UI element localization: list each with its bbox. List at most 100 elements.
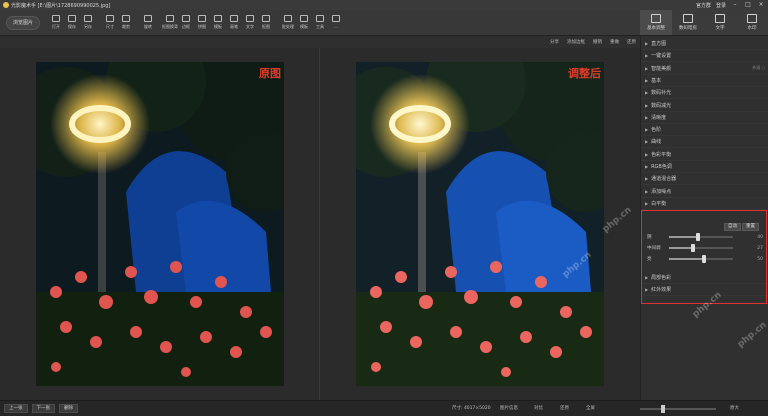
- restore-button[interactable]: 还原: [627, 39, 636, 45]
- zoom-slider-thumb[interactable]: [660, 405, 665, 413]
- maximize-icon[interactable]: □: [744, 2, 752, 8]
- window-title: 光影魔术手 [E:\图片\1728690990025.jpg]: [11, 2, 111, 9]
- slider-fill: [669, 236, 698, 238]
- watermark-icon: [747, 14, 757, 23]
- image-canvas[interactable]: 原图 调整后: [0, 48, 640, 400]
- tool-save[interactable]: 保存: [64, 15, 80, 30]
- slider-thumb[interactable]: [702, 255, 707, 263]
- auto-button[interactable]: 自动: [724, 223, 741, 231]
- tool-label: 尺寸: [106, 24, 114, 29]
- panel-item[interactable]: ▶ 数码补光: [641, 87, 768, 100]
- compare-divider: [319, 48, 320, 400]
- tool-text[interactable]: 文字: [242, 15, 258, 30]
- panel-item[interactable]: ▶ 直方图: [641, 38, 768, 50]
- panel-item[interactable]: ▶ 色彩平衡: [641, 149, 768, 161]
- reset-button[interactable]: 重置: [742, 223, 759, 231]
- tool-brush[interactable]: 画笔: [226, 15, 242, 30]
- tool-batch[interactable]: 批处理: [280, 15, 296, 30]
- restore-view-button[interactable]: 还原: [560, 405, 569, 411]
- original-photo[interactable]: 原图: [36, 62, 284, 386]
- panel-item[interactable]: ▶ 通道混合器: [641, 173, 768, 186]
- expand-arrow-icon: ▶: [645, 151, 649, 157]
- undo-button[interactable]: 撤销: [593, 39, 602, 45]
- adjusted-photo-image: [356, 62, 604, 386]
- zoom-slider[interactable]: [640, 405, 716, 413]
- original-photo-image: [36, 62, 284, 386]
- panel-item-label: 添加噪点: [651, 188, 672, 195]
- panel-item[interactable]: ▶ 添加噪点: [641, 186, 768, 198]
- adjust-slider-row: 中间调 27: [647, 244, 763, 252]
- adjust-slider[interactable]: [669, 255, 733, 263]
- tool-save-as[interactable]: 另存: [80, 15, 96, 30]
- crop-icon: [122, 15, 130, 22]
- tab-label: 文字: [715, 26, 725, 31]
- tool-frame[interactable]: 边框: [178, 15, 194, 30]
- expand-arrow-icon: ▶: [645, 164, 649, 169]
- adjusted-photo[interactable]: 调整后: [356, 62, 604, 386]
- slider-thumb[interactable]: [695, 233, 700, 241]
- tab-watermark[interactable]: 水印: [736, 10, 768, 35]
- panel-item[interactable]: ▶ 曲线: [641, 136, 768, 149]
- login-link[interactable]: 登录: [716, 2, 726, 9]
- template2-icon: [300, 15, 308, 22]
- tool-label: 拼图: [198, 24, 206, 29]
- official-group-link[interactable]: 官方群: [696, 2, 711, 9]
- tool-rotate[interactable]: 旋转: [140, 15, 156, 30]
- tool-label: 文字: [246, 24, 254, 29]
- panel-item[interactable]: ▶ 色阶: [641, 124, 768, 137]
- save-as-icon: [84, 15, 92, 22]
- expand-arrow-icon: ▶: [645, 176, 649, 182]
- tool-collage[interactable]: 拼图: [194, 15, 210, 30]
- slider-value: 50: [757, 256, 763, 262]
- browse-images-button[interactable]: 浏览图片: [6, 15, 40, 30]
- tool-folder[interactable]: 打开: [48, 15, 64, 30]
- text-icon: [246, 15, 254, 22]
- tool-template2[interactable]: 模板: [296, 15, 312, 30]
- adjust-slider[interactable]: [669, 233, 733, 241]
- tool-label: 模板: [300, 24, 308, 29]
- tool-label: 画笔: [230, 24, 238, 29]
- next-image-button[interactable]: 下一张: [31, 404, 55, 413]
- tool-label: 抠图: [262, 24, 270, 29]
- tab-text-tab[interactable]: 文字: [704, 10, 736, 35]
- adjust-slider[interactable]: [669, 244, 733, 252]
- panel-item[interactable]: ▶ 清晰度: [641, 112, 768, 124]
- tool-eyedrop[interactable]: 抠图: [258, 15, 274, 30]
- minimize-icon[interactable]: –: [731, 2, 739, 8]
- share-button[interactable]: 分享: [550, 39, 559, 45]
- panel-item[interactable]: ▶ 一键设置: [641, 50, 768, 63]
- panel-item[interactable]: ▶ 智能美颜 外观 ○: [641, 63, 768, 75]
- rotate-icon: [144, 15, 152, 22]
- image-size-info: 尺寸: 4017×5020: [452, 406, 491, 411]
- tool-tools[interactable]: 工具: [312, 15, 328, 30]
- panel-item-label: RGB色调: [651, 164, 672, 170]
- compare-button[interactable]: 对比: [534, 405, 543, 411]
- expand-arrow-icon: ▶: [645, 188, 649, 194]
- tool-label: 工具: [316, 24, 324, 29]
- slider-thumb[interactable]: [691, 244, 696, 252]
- batch-icon: [284, 15, 292, 22]
- close-icon[interactable]: ×: [757, 2, 765, 8]
- tool-more[interactable]: ...: [328, 15, 344, 30]
- tool-template[interactable]: 模板: [210, 15, 226, 30]
- redo-button[interactable]: 重做: [610, 39, 619, 45]
- panel-item[interactable]: ▶ 白平衡: [641, 198, 768, 210]
- expand-arrow-icon: ▶: [645, 65, 649, 71]
- tool-cutout[interactable]: 抠图换背: [162, 15, 178, 30]
- image-info-button[interactable]: 图片信息: [500, 405, 518, 411]
- tool-label: ...: [334, 24, 338, 29]
- panel-item[interactable]: ▶ RGB色调: [641, 161, 768, 173]
- panel-item-label: 色阶: [651, 127, 662, 134]
- add-frame-button[interactable]: 添加边框: [567, 39, 585, 45]
- fullscreen-button[interactable]: 全屏: [586, 405, 595, 411]
- tool-resize[interactable]: 尺寸: [102, 15, 118, 30]
- panel-item[interactable]: ▶ 数码减光: [641, 100, 768, 112]
- prev-image-button[interactable]: 上一张: [4, 404, 28, 413]
- delete-button[interactable]: 删除: [59, 404, 78, 413]
- tab-darkroom[interactable]: 数码暗房: [672, 10, 704, 35]
- tab-basic-adjust[interactable]: 基本调整: [640, 10, 672, 35]
- photo-editor-window: 光影魔术手 [E:\图片\1728690990025.jpg] 官方群 登录 –…: [0, 0, 768, 416]
- tool-crop[interactable]: 裁剪: [118, 15, 134, 30]
- collage-icon: [198, 15, 206, 22]
- panel-item[interactable]: ▶ 基本: [641, 75, 768, 87]
